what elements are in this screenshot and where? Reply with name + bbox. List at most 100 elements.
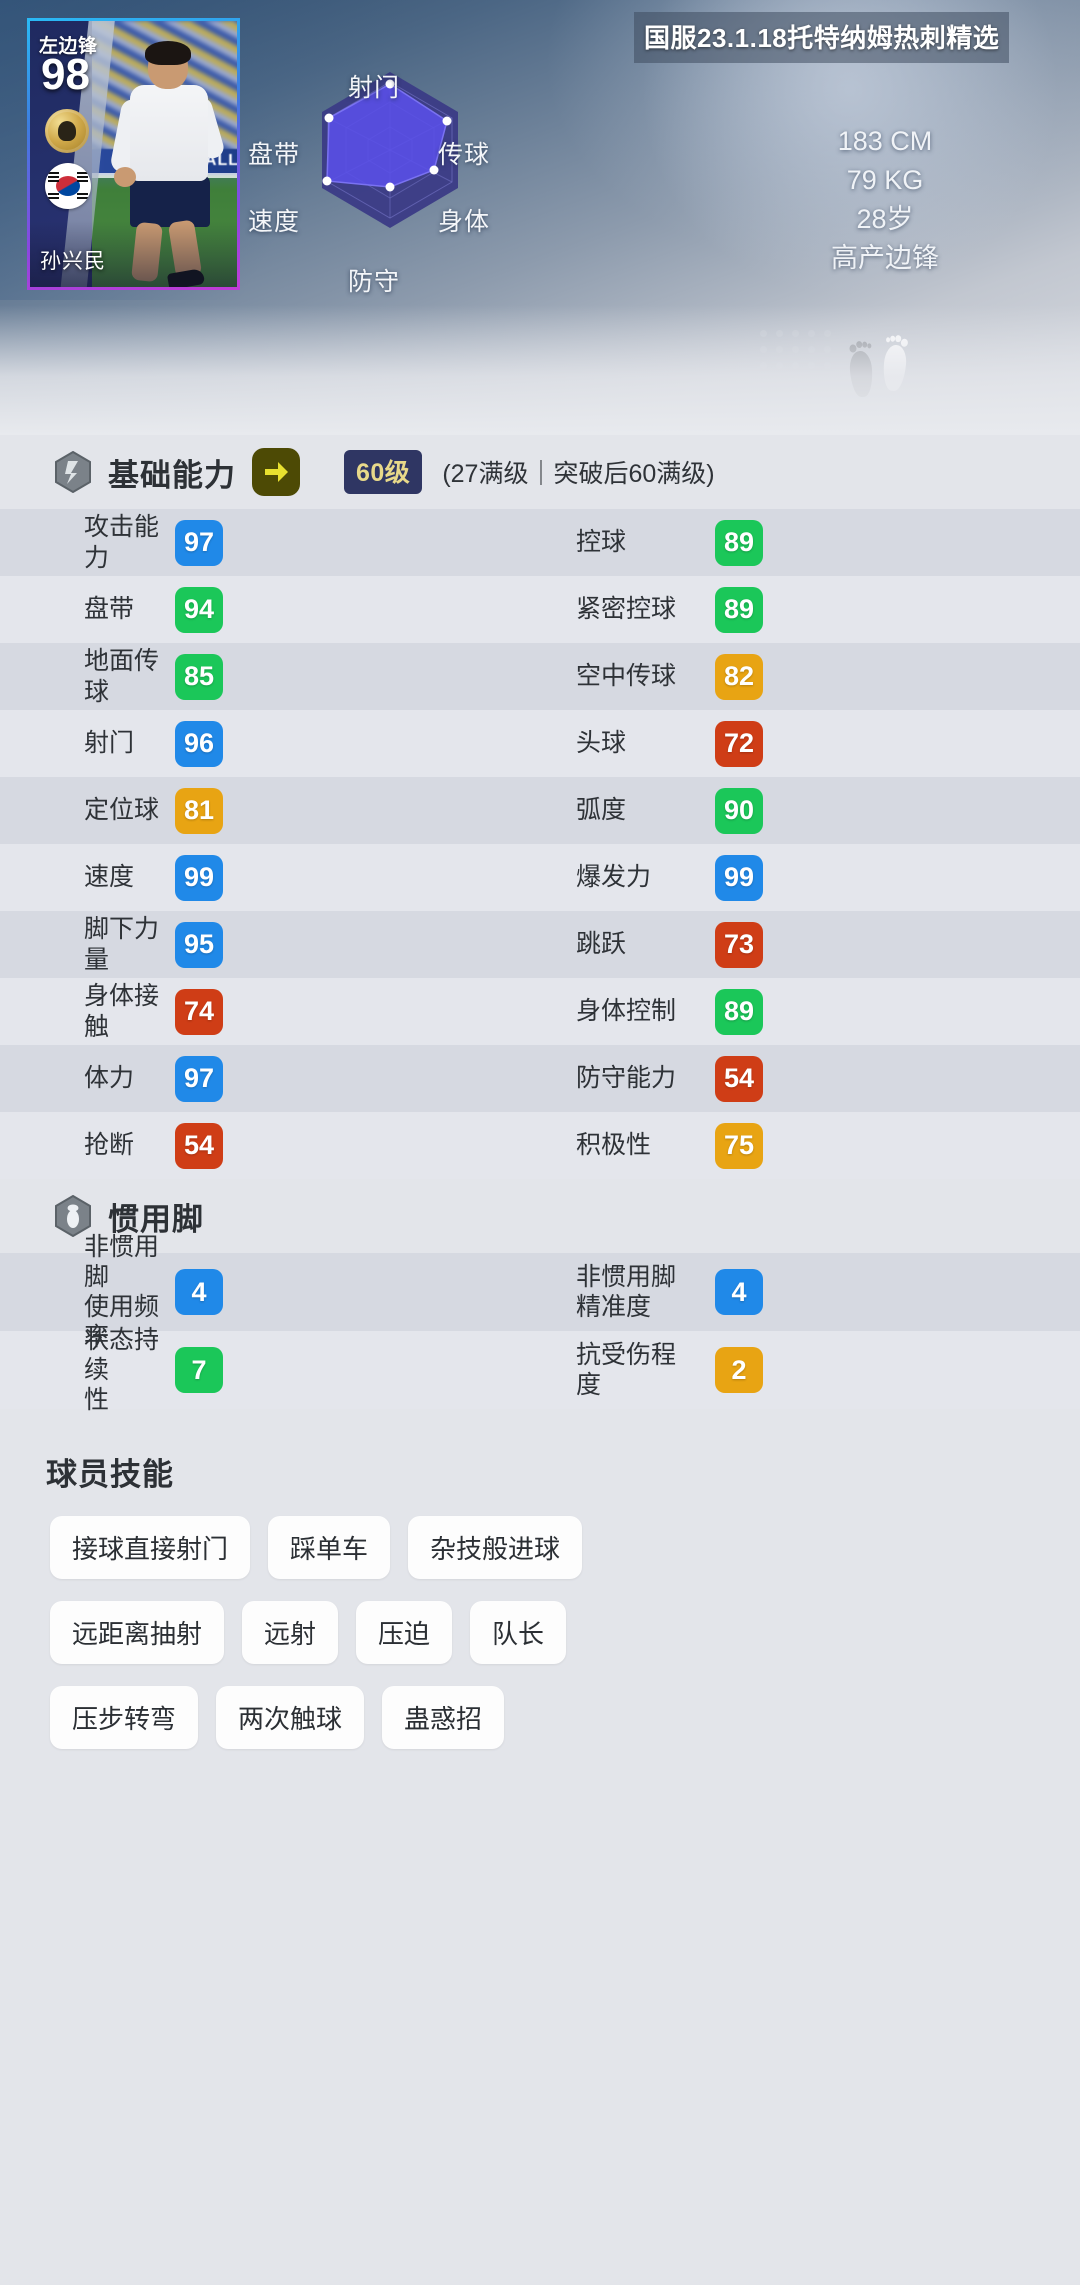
stat-value: 54	[175, 1122, 224, 1169]
skill-chip[interactable]: 杂技般进球	[408, 1516, 583, 1579]
stat-value: 54	[715, 1055, 764, 1102]
weak-foot-table: 非惯用脚 使用频率 4 非惯用脚 精准度 4 状态持续性 7 抗受伤程度 2	[0, 1233, 1080, 1414]
skill-chip[interactable]: 远距离抽射	[50, 1601, 225, 1664]
stat-value: 81	[175, 787, 224, 834]
skills-section: 球员技能 接球直接射门 踩单车 杂技般进球 远距离抽射 远射 压迫 队长 压步转弯 两次触球 蛊惑…	[0, 1409, 1080, 1749]
player-card[interactable]: 左边锋 98 孙兴民	[27, 18, 240, 290]
player-name: 孙兴民	[40, 250, 106, 273]
skill-chip-row: 远距离抽射 远射 压迫 队长	[46, 1601, 1080, 1664]
skill-chip[interactable]: 压步转弯	[50, 1686, 199, 1749]
stat-cell: 头球 72	[540, 720, 1080, 767]
skill-chip-row: 压步转弯 两次触球 蛊惑招	[46, 1686, 1080, 1749]
stat-value: 96	[175, 720, 224, 767]
stat-label: 头球	[576, 729, 627, 758]
stat-value: 75	[715, 1122, 764, 1169]
stat-label: 定位球	[84, 796, 160, 825]
base-ability-header: 基础能力 60级 (27满级｜突破后60满级)	[0, 435, 1080, 509]
skills-chip-list: 接球直接射门 踩单车 杂技般进球 远距离抽射 远射 压迫 队长 压步转弯 两次触球 蛊惑招	[46, 1516, 1080, 1749]
stat-label: 状态持续性	[84, 1326, 160, 1414]
skill-chip[interactable]: 远射	[242, 1601, 339, 1664]
stat-cell: 定位球 81	[0, 787, 540, 834]
skill-chip[interactable]: 队长	[470, 1601, 567, 1664]
skill-chip[interactable]: 踩单车	[268, 1516, 391, 1579]
skill-chip[interactable]: 两次触球	[216, 1686, 365, 1749]
skills-title: 球员技能	[46, 1457, 174, 1492]
table-row: 攻击能力 97 控球 89	[0, 509, 1080, 576]
stat-label: 抢断	[84, 1131, 135, 1160]
arrow-right-icon[interactable]	[252, 448, 300, 496]
club-emblem-icon	[45, 109, 89, 153]
stat-label: 速度	[84, 863, 135, 892]
player-height: 183 CM	[837, 126, 933, 156]
skill-chip[interactable]: 蛊惑招	[382, 1686, 505, 1749]
stat-value: 4	[715, 1269, 763, 1315]
stat-label: 非惯用脚 精准度	[576, 1263, 677, 1321]
stat-cell: 身体控制 89	[540, 988, 1080, 1035]
stat-label: 跳跃	[576, 930, 627, 959]
table-row: 盘带 94 紧密控球 89	[0, 576, 1080, 643]
stat-cell: 空中传球 82	[540, 653, 1080, 700]
stat-cell: 盘带 94	[0, 586, 540, 633]
base-ability-title: 基础能力	[108, 457, 236, 493]
stat-value: 94	[175, 586, 224, 633]
card-rating: 98	[41, 50, 90, 99]
stat-value: 89	[715, 519, 764, 566]
hero-banner: 左边锋 98 孙兴民	[0, 0, 1080, 435]
stat-value: 97	[175, 1055, 224, 1102]
stat-label: 空中传球	[576, 662, 677, 691]
stat-value: 73	[715, 921, 764, 968]
table-row: 速度 99 爆发力 99	[0, 844, 1080, 911]
stat-cell: 弧度 90	[540, 787, 1080, 834]
stat-label: 射门	[84, 729, 135, 758]
stat-value: 85	[175, 653, 224, 700]
level-note: (27满级｜突破后60满级)	[442, 460, 715, 488]
stat-label: 弧度	[576, 796, 627, 825]
stat-label: 身体控制	[576, 997, 677, 1026]
player-weight: 79 KG	[846, 165, 924, 196]
base-ability-table: 攻击能力 97 控球 89 盘带 94 紧密控球 89 地面传球 85 空中传球 82 射门 96 头球 72…	[0, 509, 1080, 1179]
stat-cell: 爆发力 99	[540, 854, 1080, 901]
skill-chip-row: 接球直接射门 踩单车 杂技般进球	[46, 1516, 1080, 1579]
stat-value: 89	[715, 586, 764, 633]
stat-cell: 脚下力量 95	[0, 914, 540, 975]
stat-label: 攻击能力	[84, 513, 160, 572]
table-row: 身体接触 74 身体控制 89	[0, 978, 1080, 1045]
level-badge: 60级	[344, 450, 423, 494]
table-row: 状态持续性 7 抗受伤程度 2	[0, 1326, 1080, 1414]
table-row: 地面传球 85 空中传球 82	[0, 643, 1080, 710]
stat-cell: 攻击能力 97	[0, 512, 540, 573]
radar-label-defending: 防守	[348, 268, 401, 296]
stat-cell: 体力 97	[0, 1055, 540, 1102]
skill-chip[interactable]: 压迫	[356, 1601, 453, 1664]
player-playstyle: 高产边锋	[831, 243, 939, 274]
stat-value: 74	[175, 988, 224, 1035]
radar-label-passing: 传球	[438, 141, 491, 169]
skill-chip[interactable]: 接球直接射门	[50, 1516, 251, 1579]
stat-value: 99	[715, 854, 764, 901]
attributes-radar-chart: 射门 传球 身体 防守 速度 盘带	[240, 30, 540, 300]
stat-value: 2	[715, 1347, 763, 1393]
stat-label: 盘带	[84, 595, 135, 624]
stat-value: 7	[175, 1347, 223, 1393]
stat-cell: 防守能力 54	[540, 1055, 1080, 1102]
stat-cell: 积极性 75	[540, 1122, 1080, 1169]
page-title: 国服23.1.18托特纳姆热刺精选	[634, 12, 1010, 63]
stat-label: 控球	[576, 528, 627, 557]
stat-cell: 控球 89	[540, 519, 1080, 566]
stat-cell: 跳跃 73	[540, 921, 1080, 968]
player-meta: 183 CM 79 KG 28岁 高产边锋	[760, 122, 1010, 279]
stat-label: 抗受伤程度	[576, 1341, 677, 1399]
table-row: 非惯用脚 使用频率 4 非惯用脚 精准度 4	[0, 1233, 1080, 1351]
stat-value: 82	[715, 653, 764, 700]
radar-label-shooting: 射门	[348, 74, 401, 102]
stat-cell: 射门 96	[0, 720, 540, 767]
stat-label: 身体接触	[84, 982, 160, 1041]
stat-label: 体力	[84, 1064, 135, 1093]
stat-label: 积极性	[576, 1131, 652, 1160]
table-row: 抢断 54 积极性 75	[0, 1112, 1080, 1179]
stat-cell: 非惯用脚 精准度 4	[540, 1262, 1080, 1322]
radar-label-dribbling: 盘带	[248, 141, 301, 169]
stat-value: 97	[175, 519, 224, 566]
table-row: 定位球 81 弧度 90	[0, 777, 1080, 844]
stat-value: 99	[175, 854, 224, 901]
